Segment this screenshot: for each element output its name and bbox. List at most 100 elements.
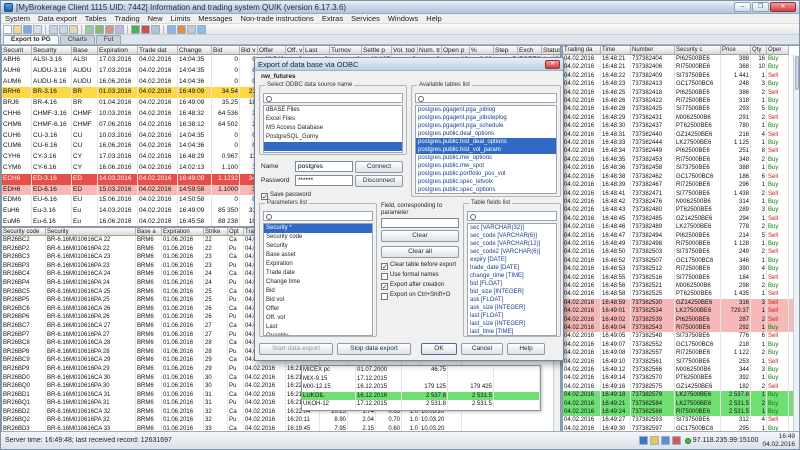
menu-item[interactable]: System [1,14,34,23]
list-item[interactable]: trade_date [DATE] [468,264,556,272]
export-after-creation-checkbox[interactable] [381,283,388,291]
menu-item[interactable]: Non-trade instructions [236,14,317,23]
table-row[interactable]: BR26BD3 BR-6.16M010616CA 33 BRM6 01.06.2016… [2,425,560,431]
table-row[interactable]: 04.02.2016 16:48:28 737382425 SI77500BE6 293… [563,105,799,114]
table-row[interactable]: 04.02.2016 16:48:45 737382485 GZ14250BE6 294… [563,214,799,224]
calculator-icon[interactable] [187,24,196,34]
minimize-button[interactable]: – [734,2,751,12]
table-row[interactable]: 04.02.2016 16:48:21 737382404 PI62500BE6 388… [563,55,799,64]
list-item[interactable]: postgres.public.hist_vol_param [416,146,556,154]
list-item[interactable]: last [FLOAT] [468,312,556,320]
list-item[interactable]: change_time [TIME] [468,272,556,280]
table-row[interactable]: 04.02.2016 16:48:55 737382516 SI77500BE6 184… [563,273,799,282]
save-icon[interactable] [23,24,32,34]
table-row[interactable]: 04.02.2016 16:48:42 737382476 MXI62500B6 314… [563,197,799,207]
settings-icon[interactable] [151,24,160,34]
sources-filter-input[interactable] [272,94,402,102]
list-item[interactable]: ask [FLOAT] [468,296,556,304]
list-item[interactable]: ask_size [INTEGER] [468,304,556,312]
help-icon[interactable] [197,24,206,34]
menu-item[interactable]: Trading [110,14,143,23]
connect-button[interactable]: Connect [355,160,403,173]
table-row[interactable]: 04.02.2016 16:48:22 737382409 SI73750BE6 1 4… [563,71,799,81]
list-item[interactable]: Trade date [264,269,372,278]
ok-button[interactable]: OK [421,343,457,355]
list-item[interactable]: sec [VARCHAR(32)] [468,224,556,232]
list-item[interactable]: sec_code [VARCHAR(6)] [468,232,556,240]
list-item[interactable]: sec_code [VARCHAR(12)] [468,240,556,248]
table-row[interactable]: 04.02.2016 16:48:34 737382449 PI62500BE6 251… [563,147,799,156]
table-row[interactable]: 04.02.2016 16:49:01 737382534 LK27500BE6 729… [563,307,799,316]
tables-filter-input[interactable] [424,94,556,102]
menu-item[interactable]: Tables [81,14,111,23]
table-row[interactable]: 04.02.2016 16:49:18 737382579 LK27500BE6 2 5… [563,391,799,400]
table-row[interactable]: 04.02.2016 16:48:26 737382422 RI72500BE6 318… [563,97,799,106]
list-item[interactable]: postgres.pgagent.pga_jobsteplog [416,114,556,122]
menu-item[interactable]: Help [422,14,445,23]
menu-item[interactable]: Limits [167,14,195,23]
new-document-icon[interactable] [3,24,12,34]
table-row[interactable]: 04.02.2016 16:49:02 737382539 PI62500BE6 287… [563,315,799,324]
dialog-close-button[interactable]: ✕ [545,59,560,69]
table-row[interactable]: 04.02.2016 16:48:53 737382512 RI72500BE6 390… [563,265,799,274]
table-row[interactable]: 04.02.2016 16:49:08 737382557 RI72500BE6 1 1… [563,349,799,358]
fields-filter-input[interactable] [476,212,556,220]
cut-icon[interactable] [49,24,58,34]
table-row[interactable]: 04.02.2016 16:49:04 737382543 RI75000BE6 292… [563,324,799,333]
list-item[interactable]: postgres.public.portfolio_pos_vol [416,170,556,178]
list-item[interactable]: Offer [264,305,372,314]
table-row[interactable]: 04.02.2016 16:49:27 737382593 SI73750BE6 312… [563,416,799,425]
params-filter[interactable] [263,211,373,221]
table-row[interactable]: BR26BQ2 BR-6.16M010616PA 32 BRM6 01.06.2016… [2,416,560,426]
alert-indicator-icon[interactable] [671,436,681,445]
clear-button[interactable]: Clear [381,230,459,242]
menu-item[interactable]: Services [347,14,384,23]
table-row[interactable]: 04.02.2016 16:48:41 737382471 SI77500BE6 1 4… [563,189,799,198]
trades-scrollbar[interactable] [793,55,799,431]
menu-item[interactable]: Extras [318,14,347,23]
list-item[interactable]: postgres.public.hist_deal_options [416,138,556,146]
table-row[interactable]: MICEX pc 01.07.2000 46.75 [302,366,540,375]
export-hotkey-row[interactable]: Export on Ctrl+Shift+O [381,292,459,300]
tab-charts[interactable]: Charts [59,35,95,44]
clear-table-before-export-checkbox[interactable] [381,263,388,271]
disconnect-icon[interactable] [141,24,150,34]
save-password-checkbox[interactable] [261,193,268,201]
menu-item[interactable]: Messages [194,14,236,23]
add-table-icon[interactable] [85,24,94,34]
list-item[interactable]: Last [264,323,372,332]
stop-export-icon[interactable] [177,24,186,34]
export-odbc-icon[interactable] [167,24,176,34]
list-item[interactable]: postgres.pgagent.pga_schedule [416,122,556,130]
list-item[interactable] [264,142,402,151]
list-item[interactable]: postgres.public.mw_options [416,154,556,162]
fields-filter[interactable] [467,211,557,221]
table-row[interactable]: 04.02.2016 16:49:24 737382588 RI75000BE6 2 5… [563,408,799,417]
table-row[interactable]: 04.02.2016 16:48:58 737382525 PT62500BE6 1 4… [563,290,799,299]
list-item[interactable]: Off. vol [264,314,372,323]
menu-item[interactable]: New [144,14,167,23]
list-item[interactable]: postgres.public.deal_options [416,130,556,138]
list-item[interactable]: Bid vol [264,296,372,305]
list-item[interactable]: bid [FLOAT] [468,280,556,288]
table-row[interactable]: 04.02.2016 16:48:38 737382462 GC17500BC6 186… [563,172,799,182]
table-row[interactable]: 04.02.2016 16:48:52 737382507 GC17500BC6 346… [563,256,799,266]
scrollbar-thumb[interactable] [795,56,799,90]
order-indicator-icon[interactable] [660,436,670,445]
list-item[interactable]: sec_code2 [VARCHAR(6)] [468,248,556,256]
use-formal-names-checkbox[interactable] [381,273,388,280]
list-item[interactable]: Excel Files [264,115,402,124]
table-row[interactable]: 04.02.2016 16:49:14 737382570 PT62500BE6 392… [563,374,799,383]
table-row[interactable]: 04.02.2016 16:48:49 737382498 RI75000BE6 1 1… [563,239,799,249]
field-mapping-input[interactable] [381,218,459,228]
list-item[interactable]: Security [264,242,372,251]
table-row[interactable]: 04.02.2016 16:49:21 737382584 LK27500BE6 2 5… [563,399,799,409]
table-row[interactable]: 04.02.2016 16:48:56 737382521 MXI62500B6 298… [563,281,799,291]
list-item[interactable]: PostgreSQL_Gorny [264,133,402,142]
table-row[interactable]: 04.02.2016 16:48:30 737382437 PT62500BE6 780… [563,122,799,131]
connect-icon[interactable] [131,24,140,34]
disconnect-button[interactable]: Disconnect [355,174,403,187]
list-item[interactable]: Security * [264,224,372,233]
save-password-row[interactable]: Save password [261,192,311,201]
list-item[interactable]: last_size [INTEGER] [468,320,556,328]
